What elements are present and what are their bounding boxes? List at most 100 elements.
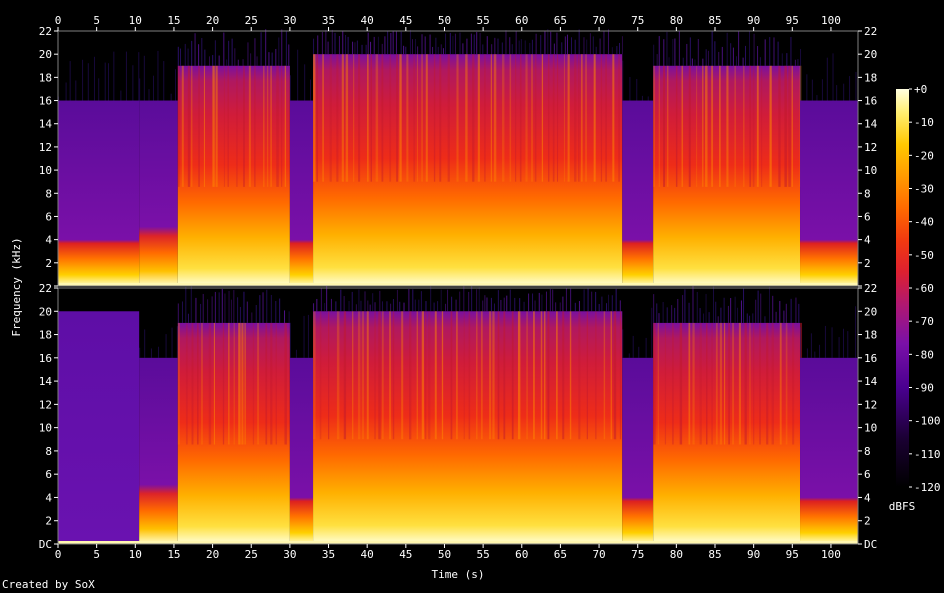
spectrum-streak	[544, 31, 546, 55]
spectrum-streak	[201, 322, 203, 445]
spectrum-streak	[417, 46, 419, 55]
spectrum-streak	[399, 301, 401, 312]
spectrum-streak	[125, 51, 127, 101]
spectrum-streak	[684, 289, 686, 323]
x-tick-label: 30	[283, 14, 296, 27]
spectrum-streak	[752, 313, 754, 323]
spectrum-streak	[517, 311, 521, 440]
spectrum-streak	[212, 65, 215, 187]
spectrum-streak	[728, 322, 730, 445]
x-tick-label: 10	[129, 548, 142, 561]
spectrum-streak	[418, 299, 420, 312]
spectrum-streak	[138, 52, 140, 101]
spectrum-streak	[198, 65, 200, 187]
spectrum-streak	[284, 310, 286, 323]
spectrum-streak	[647, 96, 649, 101]
spectrum-streak	[218, 292, 220, 323]
x-tick-label: 100	[821, 14, 841, 27]
spectrum-streak	[396, 289, 398, 312]
x-tick-label: 45	[399, 548, 412, 561]
spectrum-streak	[437, 301, 439, 312]
spectrum-streak	[313, 38, 315, 55]
spectrum-streak	[454, 33, 456, 55]
spectrum-streak	[726, 65, 729, 187]
spectrum-streak	[481, 311, 483, 440]
spectrum-streak	[743, 288, 745, 323]
spectrum-segment	[289, 100, 314, 286]
spectrum-streak	[416, 311, 418, 440]
spectrum-streak	[191, 322, 194, 445]
spectrum-streak	[400, 31, 402, 55]
spectrum-streak	[353, 54, 355, 182]
spectrum-streak	[212, 55, 214, 66]
spectrum-streak	[401, 311, 404, 440]
spectrum-streak	[720, 307, 722, 323]
spectrum-streak	[414, 299, 416, 312]
spectrum-streak	[777, 41, 779, 66]
spectrum-streak	[622, 329, 624, 358]
spectrum-streak	[270, 322, 273, 445]
y-tick-label: 2	[45, 257, 52, 270]
spectrum-streak	[500, 299, 502, 312]
y-tick-label: 6	[864, 468, 871, 481]
colorbar: +0 -10 -20 -30 -40 -50 -60 -70 -80 -90 -100 -110 -12…	[889, 83, 941, 513]
colorbar-tick-label: -60	[914, 282, 934, 295]
spectrum-segment	[653, 322, 801, 544]
spectrum-streak	[553, 43, 555, 55]
spectrum-streak	[275, 48, 277, 66]
spectrum-streak	[175, 69, 177, 101]
x-tick-label: 5	[93, 14, 100, 27]
x-tick-label: 75	[631, 14, 644, 27]
spectrum-streak	[589, 33, 591, 55]
y-tick-label: 2	[864, 515, 871, 528]
spectrum-streak	[233, 322, 235, 445]
spectrum-streak	[556, 32, 558, 55]
spectrum-streak	[236, 65, 238, 187]
spectrum-streak	[214, 40, 216, 66]
spectrum-streak	[351, 291, 353, 312]
spectrum-streak	[672, 322, 674, 445]
spectrum-streak	[591, 291, 593, 312]
y-tick-label: 10	[39, 422, 52, 435]
y-tick-label: 8	[864, 187, 871, 200]
spectrum-streak	[389, 54, 392, 182]
y-tick-label: 2	[45, 515, 52, 528]
y-tick-label: 20	[39, 48, 52, 61]
spectrum-streak	[424, 36, 426, 55]
spectrum-streak	[599, 38, 601, 55]
spectrum-streak	[490, 297, 492, 312]
spectrum-streak	[297, 49, 299, 101]
spectrum-streak	[532, 293, 534, 312]
spectrum-streak	[757, 46, 759, 66]
spectrum-streak	[409, 29, 411, 55]
spectrum-streak	[713, 286, 715, 323]
colorbar-tick-label: -70	[914, 315, 934, 328]
spectrum-streak	[737, 307, 739, 323]
y-tick-label: 12	[864, 398, 877, 411]
spectrum-streak	[756, 65, 759, 187]
spectrum-streak	[492, 311, 495, 440]
spectrum-streak	[468, 291, 470, 312]
spectrum-streak	[326, 286, 328, 312]
spectrum-streak	[345, 54, 349, 182]
spectrum-streak	[177, 46, 179, 66]
spectrum-streak	[515, 54, 517, 182]
spectrum-streak	[330, 298, 332, 312]
spectrum-streak	[593, 54, 596, 182]
spectrum-streak	[476, 311, 478, 440]
y-tick-label: 20	[864, 305, 877, 318]
spectrum-streak	[667, 65, 669, 187]
spectrum-streak	[806, 74, 808, 101]
spectrum-streak	[237, 297, 239, 323]
spectrum-streak	[459, 291, 461, 312]
spectrum-streak	[364, 291, 366, 312]
spectrum-streak	[810, 333, 812, 358]
spectrum-streak	[632, 335, 634, 358]
spectrum-streak	[636, 78, 638, 101]
spectrum-streak	[509, 37, 511, 55]
spectrum-streak	[663, 39, 665, 66]
spectrum-streak	[369, 304, 371, 312]
spectrum-streak	[555, 302, 557, 312]
spectrum-streak	[786, 53, 788, 66]
spectrum-streak	[790, 298, 792, 323]
